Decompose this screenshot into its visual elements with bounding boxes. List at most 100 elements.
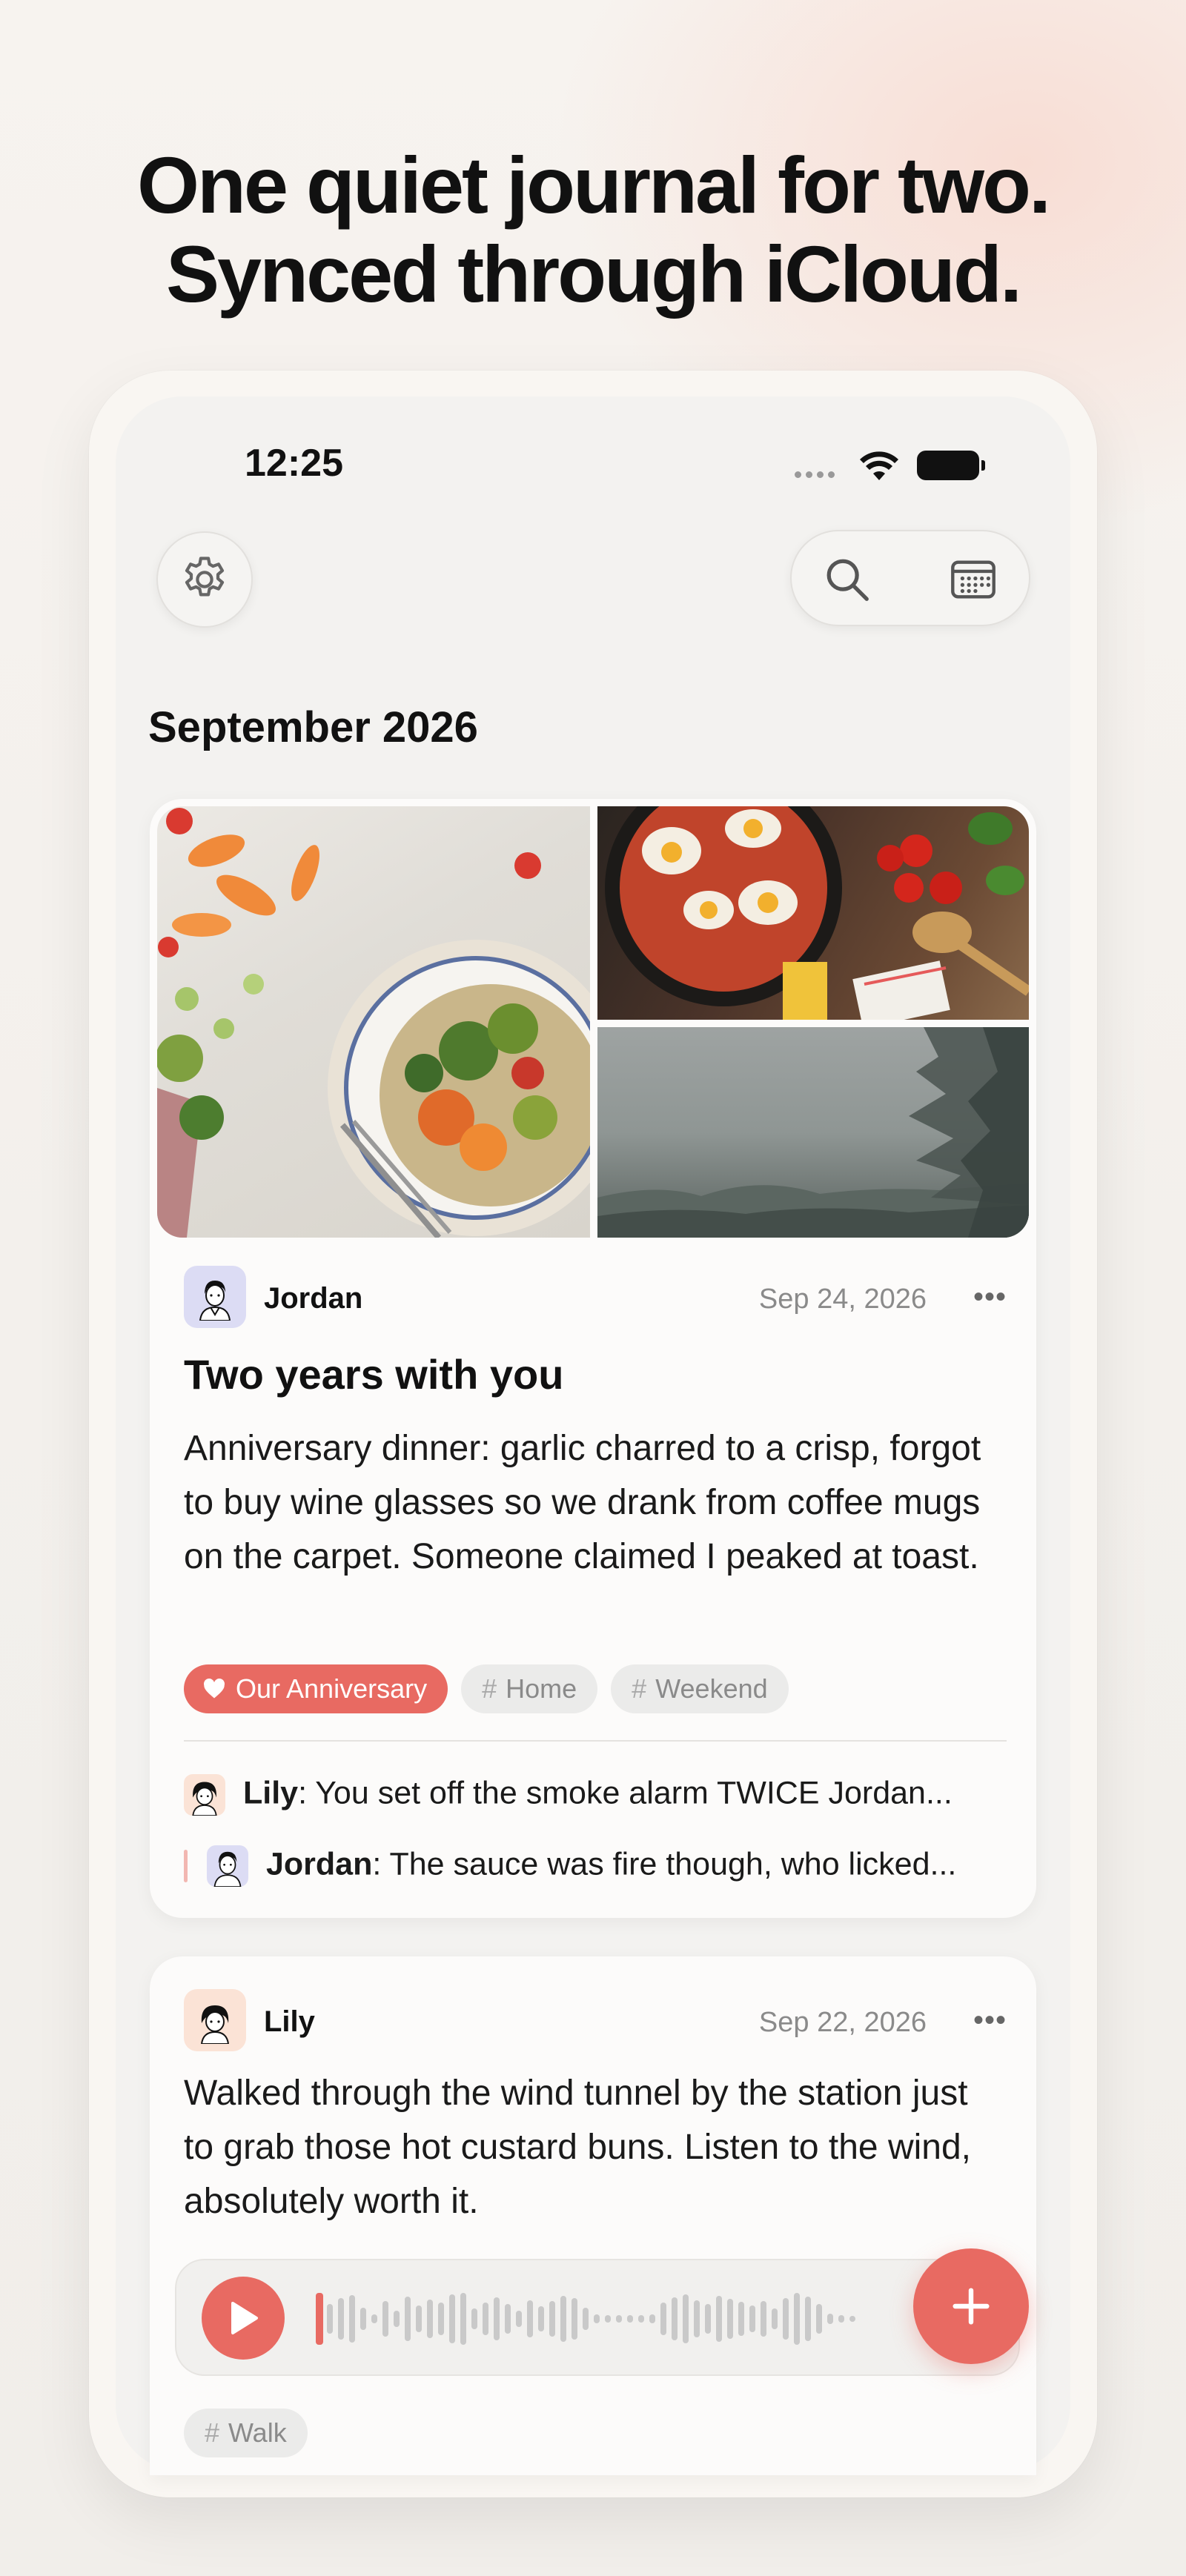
waveform-bar: [638, 2315, 644, 2323]
search-calendar-pill: [790, 530, 1030, 626]
headline-line-2: Synced through iCloud.: [166, 229, 1022, 319]
more-options-icon[interactable]: •••: [973, 2004, 1007, 2037]
comment-author: Lily: [243, 1775, 299, 1811]
headline-line-1: One quiet journal for two.: [137, 140, 1051, 230]
entry-title: Two years with you: [184, 1351, 564, 1398]
waveform-bar: [382, 2301, 388, 2337]
waveform-bar: [660, 2303, 666, 2335]
avatar-lily: [184, 1774, 225, 1816]
waveform-bar: [583, 2308, 589, 2330]
hash-icon: #: [632, 1673, 647, 1704]
avatar-jordan[interactable]: [184, 1266, 246, 1328]
waveform-bar: [616, 2315, 622, 2323]
tag-label: Our Anniversary: [236, 1673, 428, 1704]
calendar-button[interactable]: [947, 554, 999, 609]
comment-item[interactable]: Lily: You set off the smoke alarm TWICE …: [184, 1774, 953, 1816]
waveform-bar: [705, 2304, 711, 2334]
comment-reply-item[interactable]: Jordan: The sauce was fire though, who l…: [184, 1845, 957, 1888]
photo-salad-bowl[interactable]: [157, 806, 590, 1238]
comments-divider: [184, 1740, 1007, 1742]
add-entry-button[interactable]: [913, 2248, 1029, 2364]
waveform-bar: [438, 2303, 444, 2335]
waveform-bar: [605, 2315, 611, 2323]
entry-author-row: Jordan Sep 24, 2026 •••: [184, 1266, 1007, 1328]
avatar-jordan: [207, 1845, 248, 1888]
waveform-bar: [772, 2308, 778, 2329]
battery-icon: [917, 451, 985, 480]
entry-date: Sep 22, 2026: [758, 2007, 927, 2038]
waveform-bar: [783, 2298, 789, 2340]
waveform-bar: [816, 2304, 822, 2334]
status-time: 12:25: [245, 442, 343, 485]
waveform-bar: [672, 2297, 678, 2340]
waveform-bar: [494, 2297, 500, 2340]
waveform[interactable]: [314, 2287, 878, 2351]
waveform-bar: [649, 2314, 655, 2323]
waveform-bar: [761, 2301, 766, 2337]
waveform-bar: [794, 2293, 800, 2345]
photo-misty-forest[interactable]: [597, 1027, 1029, 1238]
signal-icon: [795, 468, 839, 482]
entry-author-name: Jordan: [264, 1282, 363, 1315]
entry-author-name: Lily: [264, 2005, 315, 2038]
hash-icon: #: [205, 2417, 220, 2448]
entry-tags: Our Anniversary # Home # Weekend: [184, 1664, 789, 1713]
reply-indicator: [184, 1850, 188, 1882]
waveform-bar: [738, 2302, 744, 2336]
waveform-bar: [627, 2315, 633, 2323]
voice-note-player: [175, 2259, 1020, 2376]
hash-icon: #: [482, 1673, 497, 1704]
waveform-bar: [349, 2295, 355, 2343]
entry-date: Sep 24, 2026: [758, 1284, 927, 1315]
waveform-bar: [449, 2294, 455, 2343]
tag-weekend[interactable]: # Weekend: [611, 1664, 789, 1713]
wifi-icon: [860, 451, 898, 485]
comment-text: : You set off the smoke alarm TWICE Jord…: [298, 1775, 953, 1811]
entry-body: Anniversary dinner: garlic charred to a …: [184, 1429, 981, 1576]
comment-author: Jordan: [266, 1846, 373, 1882]
waveform-bar: [316, 2293, 323, 2345]
search-icon: [826, 559, 869, 601]
waveform-bar: [749, 2306, 755, 2332]
waveform-bar: [716, 2296, 722, 2342]
month-title: September 2026: [148, 703, 478, 751]
waveform-bar: [683, 2294, 689, 2343]
waveform-bar: [405, 2297, 411, 2341]
waveform-bar: [838, 2315, 844, 2323]
waveform-bar: [694, 2300, 700, 2337]
waveform-bar: [527, 2300, 533, 2337]
photo-grid[interactable]: [157, 806, 1029, 1238]
tag-label: Weekend: [655, 1673, 768, 1704]
settings-button[interactable]: [156, 531, 253, 628]
journal-entry-card[interactable]: Jordan Sep 24, 2026 ••• Two years with y…: [150, 799, 1036, 1918]
waveform-bar: [360, 2308, 366, 2330]
waveform-bar: [727, 2299, 733, 2339]
play-button[interactable]: [202, 2277, 285, 2360]
avatar-lily[interactable]: [184, 1989, 246, 2051]
waveform-bar: [471, 2308, 477, 2329]
gear-icon: [185, 557, 225, 597]
photo-shakshuka-pan[interactable]: [597, 806, 1029, 1020]
search-button[interactable]: [821, 554, 873, 609]
entry-author-row: Lily Sep 22, 2026 •••: [184, 1989, 1007, 2051]
tag-walk[interactable]: # Walk: [184, 2409, 308, 2457]
waveform-bar: [371, 2314, 377, 2323]
tag-home[interactable]: # Home: [461, 1664, 598, 1713]
waveform-bar: [483, 2303, 488, 2335]
tag-label: Home: [506, 1673, 577, 1704]
journal-entry-card[interactable]: Lily Sep 22, 2026 ••• Walked through the…: [150, 1956, 1036, 2475]
entry-body: Walked through the wind tunnel by the st…: [184, 2074, 971, 2221]
waveform-bar: [338, 2298, 344, 2340]
waveform-bar: [572, 2298, 577, 2340]
tag-label: Walk: [228, 2417, 287, 2448]
heart-icon: [204, 1679, 225, 1699]
waveform-bar: [805, 2297, 811, 2341]
waveform-bar: [505, 2304, 511, 2334]
waveform-bar: [538, 2306, 544, 2331]
waveform-bar: [460, 2293, 466, 2345]
comment-text: : The sauce was fire though, who licked.…: [372, 1846, 957, 1882]
waveform-bar: [849, 2316, 855, 2322]
more-options-icon[interactable]: •••: [973, 1281, 1007, 1314]
tag-our-anniversary[interactable]: Our Anniversary: [184, 1664, 448, 1713]
waveform-bar: [427, 2300, 433, 2338]
